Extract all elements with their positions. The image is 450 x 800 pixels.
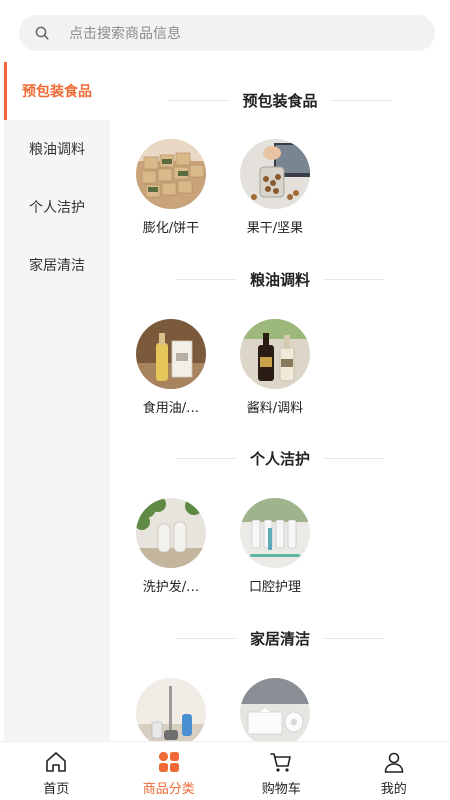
sidebar-item-personal-care[interactable]: 个人洁护	[4, 178, 110, 236]
bottom-tab-bar: 首页 商品分类 购物车 我的	[0, 741, 450, 800]
sidebar-item-label: 粮油调料	[29, 142, 85, 158]
item-label: 酱料/调料	[246, 401, 304, 416]
category-sidebar: 预包装食品 粮油调料 个人洁护 家居清洁	[4, 62, 110, 741]
divider	[175, 278, 236, 280]
sidebar-item-label: 预包装食品	[22, 84, 92, 100]
divider	[175, 457, 236, 459]
tab-profile[interactable]: 我的	[338, 742, 450, 800]
category-item-oral-care[interactable]: 口腔护理	[230, 498, 320, 595]
category-icon	[157, 750, 181, 774]
section-title: 家居清洁	[110, 626, 450, 650]
tab-label: 购物车	[261, 782, 301, 797]
item-label: 果干/坚果	[246, 221, 304, 236]
item-image	[240, 678, 310, 741]
sidebar-item-grain-oil[interactable]: 粮油调料	[4, 120, 110, 178]
user-icon	[382, 750, 406, 774]
category-item-sauce-seasoning[interactable]: 酱料/调料	[230, 319, 320, 416]
item-image	[240, 139, 310, 209]
divider	[331, 99, 392, 101]
item-image	[136, 678, 206, 741]
divider	[324, 457, 384, 459]
sidebar-item-home-cleaning[interactable]: 家居清洁	[4, 236, 110, 294]
section-title: 个人洁护	[110, 446, 450, 470]
section-title-text: 个人洁护	[249, 449, 310, 468]
tab-category[interactable]: 商品分类	[113, 742, 226, 800]
section-title-text: 预包装食品	[242, 91, 318, 110]
section-title: 预包装食品	[110, 88, 450, 112]
category-item-cleaning-tools[interactable]	[126, 678, 216, 741]
section-title: 粮油调料	[110, 267, 450, 291]
home-icon	[44, 750, 68, 774]
search-input[interactable]: 点击搜索商品信息	[19, 15, 435, 51]
item-image	[136, 139, 206, 209]
item-image	[136, 319, 206, 389]
tab-label: 我的	[380, 782, 407, 797]
search-placeholder: 点击搜索商品信息	[69, 26, 181, 42]
category-item-hair-care[interactable]: 洗护发/…	[126, 498, 216, 595]
section-title-text: 家居清洁	[249, 629, 310, 648]
item-label: 口腔护理	[248, 580, 301, 595]
item-image	[240, 498, 310, 568]
search-bar: 点击搜索商品信息	[0, 0, 450, 62]
divider	[324, 278, 384, 280]
category-content: 预包装食品 膨化/饼干 果干/坚果 粮油调料 食用油/… 酱料/调料 个人洁护 …	[110, 62, 450, 741]
section-title-text: 粮油调料	[249, 270, 310, 289]
category-item-puffed-biscuits[interactable]: 膨化/饼干	[126, 139, 216, 236]
sidebar-item-label: 家居清洁	[29, 258, 85, 274]
item-image	[240, 319, 310, 389]
category-item-dried-fruit-nuts[interactable]: 果干/坚果	[230, 139, 320, 236]
search-icon	[35, 26, 49, 40]
tab-label: 首页	[43, 782, 70, 797]
divider	[324, 637, 384, 639]
sidebar-item-prepackaged-food[interactable]: 预包装食品	[4, 62, 110, 120]
category-item-paper-products[interactable]	[230, 678, 320, 741]
divider	[175, 637, 236, 639]
item-label: 膨化/饼干	[142, 221, 200, 236]
tab-cart[interactable]: 购物车	[225, 742, 338, 800]
cart-icon	[269, 750, 293, 774]
item-label: 洗护发/…	[142, 580, 200, 595]
category-item-cooking-oil[interactable]: 食用油/…	[126, 319, 216, 416]
item-label: 食用油/…	[142, 401, 200, 416]
item-image	[136, 498, 206, 568]
tab-label: 商品分类	[142, 782, 195, 797]
divider	[168, 99, 229, 101]
tab-home[interactable]: 首页	[0, 742, 113, 800]
sidebar-item-label: 个人洁护	[29, 200, 85, 216]
